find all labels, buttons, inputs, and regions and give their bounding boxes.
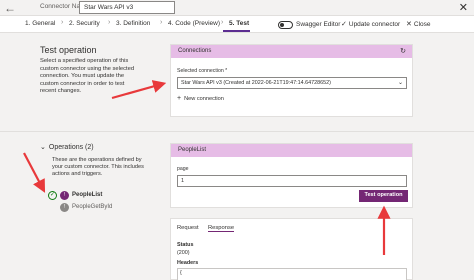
tab-response[interactable]: Response (208, 225, 235, 232)
tab-request[interactable]: Request (177, 225, 199, 231)
close-label: Close (413, 21, 431, 28)
operations-title: Operations (2) (48, 144, 94, 151)
check-circle-icon: ✓ (48, 191, 57, 200)
headers-label: Headers (177, 260, 199, 266)
operation-name: PeopleList (72, 192, 103, 198)
status-label: Status (177, 242, 194, 248)
chevron-right-icon: › (61, 19, 64, 26)
peoplelist-header: PeopleList (171, 144, 412, 157)
status-value: (200) (177, 250, 190, 256)
test-operation-title: Test operation (40, 45, 97, 55)
operation-badge-icon: ! (60, 203, 69, 212)
peoplelist-header-label: PeopleList (178, 147, 207, 153)
test-operation-button[interactable]: Test operation (359, 190, 408, 202)
section-divider (0, 131, 474, 132)
page-param-label: page (177, 166, 189, 172)
operations-toggle[interactable]: ⌄ Operations (2) (40, 143, 94, 151)
close-icon: ✕ (406, 21, 412, 28)
chevron-down-icon: ⌄ (40, 144, 46, 151)
close-button[interactable]: ✕ Close (406, 20, 431, 28)
headers-box[interactable]: { (177, 268, 407, 280)
operations-description: These are the operations defined by your… (52, 157, 144, 177)
step-bar: 1. General › 2. Security › 3. Definition… (0, 16, 474, 33)
top-bar: ← Connector Name Star Wars API v3 ✕ (0, 0, 474, 16)
step-test[interactable]: 5. Test (229, 20, 249, 27)
close-icon[interactable]: ✕ (459, 1, 468, 14)
operation-item-peoplelist[interactable]: ✓! PeopleList (48, 191, 102, 200)
update-connector-button[interactable]: ✓ Update connector (341, 20, 400, 28)
connector-name-input[interactable]: Star Wars API v3 (79, 1, 175, 14)
step-definition[interactable]: 3. Definition (116, 20, 150, 27)
check-icon: ✓ (341, 21, 347, 28)
connections-header: Connections ↻ (171, 45, 412, 58)
back-arrow-icon[interactable]: ← (4, 1, 16, 15)
operation-badge-icon: ! (60, 191, 69, 200)
refresh-icon[interactable]: ↻ (400, 45, 406, 58)
new-connection-link[interactable]: + New connection (177, 95, 224, 102)
plus-icon: + (177, 95, 182, 102)
operation-name: PeopleGetById (72, 204, 113, 210)
connections-header-label: Connections (178, 48, 212, 54)
chevron-down-icon: ⌄ (397, 80, 403, 86)
chevron-right-icon: › (160, 19, 163, 26)
headers-value: { (180, 270, 182, 276)
chevron-right-icon: › (108, 19, 111, 26)
swagger-editor-toggle[interactable] (278, 21, 293, 29)
step-code-preview[interactable]: 4. Code (Preview) (168, 20, 220, 27)
arrow-to-operation (23, 152, 46, 193)
step-general[interactable]: 1. General (25, 20, 55, 27)
chevron-right-icon: › (221, 19, 224, 26)
operation-item-peoplegetbyid[interactable]: ! PeopleGetById (48, 203, 112, 212)
selected-connection-label: Selected connection * (177, 68, 228, 74)
connections-card: Connections ↻ Selected connection * Star… (170, 44, 413, 117)
update-connector-label: Update connector (348, 21, 401, 28)
peoplelist-card: PeopleList page 1 Test operation (170, 143, 413, 208)
selected-connection-value: Star Wars API v3 (Created at 2022-06-21T… (181, 80, 331, 86)
selected-connection-select[interactable]: Star Wars API v3 (Created at 2022-06-21T… (177, 77, 407, 89)
step-security[interactable]: 2. Security (69, 20, 100, 27)
page-param-input[interactable]: 1 (177, 175, 407, 187)
swagger-editor-label: Swagger Editor (296, 21, 341, 28)
active-step-indicator (223, 30, 250, 32)
test-operation-description: Select a specified operation of this cus… (40, 58, 135, 95)
new-connection-label: New connection (184, 96, 224, 102)
response-card: Request Response Status (200) Headers { (170, 218, 413, 280)
